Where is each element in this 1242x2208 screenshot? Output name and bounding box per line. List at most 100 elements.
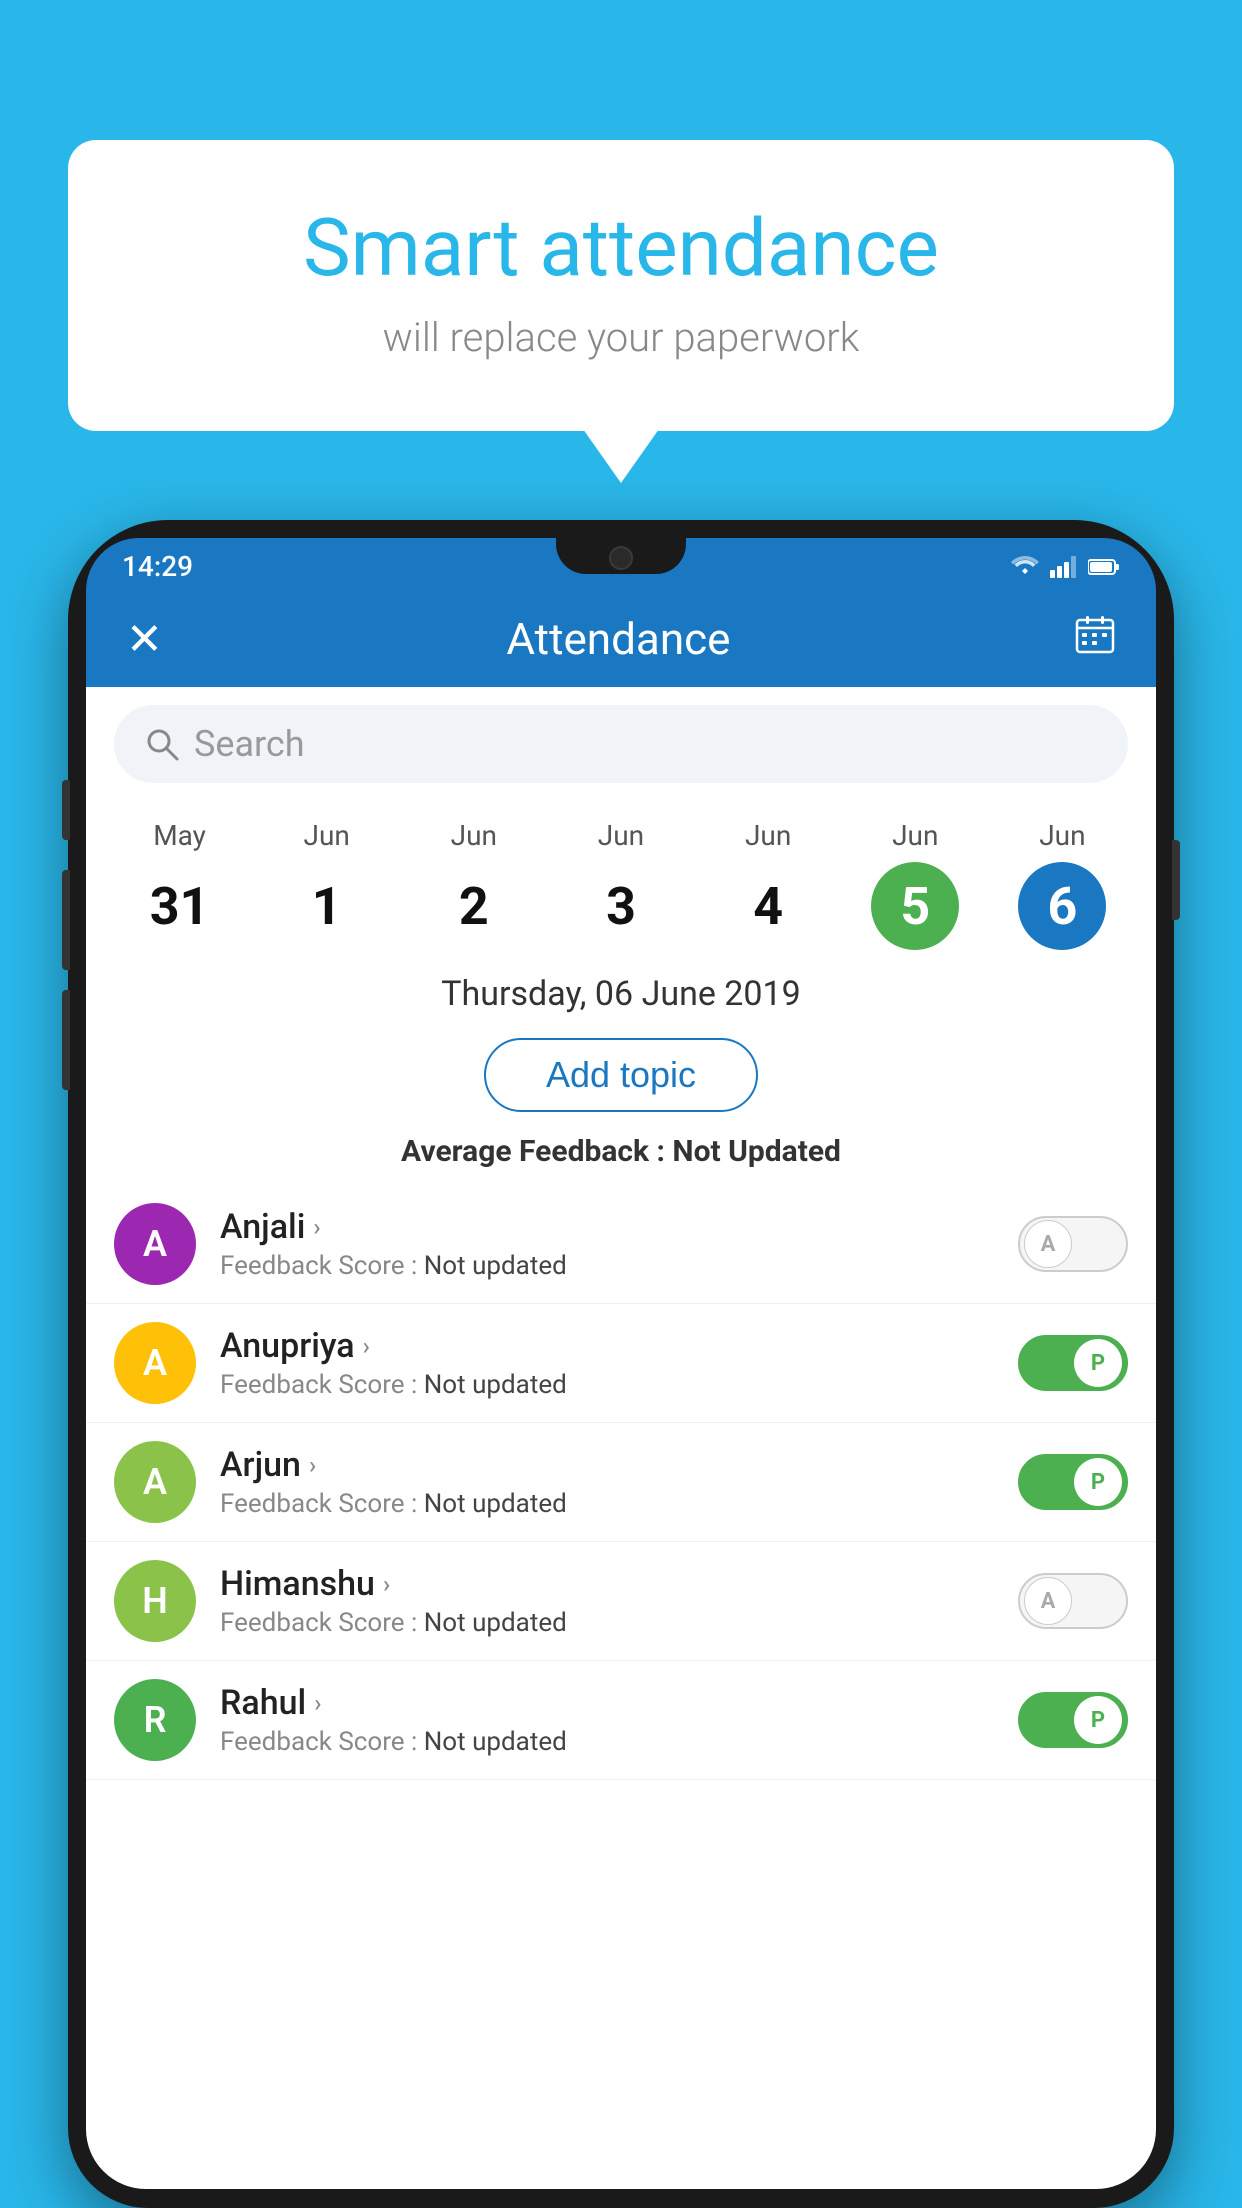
day-month: Jun — [892, 819, 938, 852]
toggle-switch[interactable]: P — [1018, 1454, 1128, 1510]
day-month: Jun — [598, 819, 644, 852]
bubble-title: Smart attendance — [148, 200, 1094, 296]
calendar-day-31[interactable]: May 31 — [125, 819, 235, 950]
status-bar: 14:29 — [86, 538, 1156, 591]
calendar-day-3[interactable]: Jun 3 — [566, 819, 676, 950]
feedback-value: Not updated — [424, 1489, 567, 1519]
day-number[interactable]: 4 — [724, 862, 812, 950]
toggle-switch[interactable]: A — [1018, 1216, 1128, 1272]
calendar-day-2[interactable]: Jun 2 — [419, 819, 529, 950]
day-number[interactable]: 5 — [871, 862, 959, 950]
student-info: Arjun › Feedback Score : Not updated — [220, 1445, 994, 1519]
avg-feedback: Average Feedback : Not Updated — [86, 1128, 1156, 1185]
calendar-day-4[interactable]: Jun 4 — [713, 819, 823, 950]
feedback-value: Not updated — [424, 1608, 567, 1638]
toggle-knob: P — [1074, 1458, 1122, 1506]
student-item[interactable]: R Rahul › Feedback Score : Not updated P — [86, 1661, 1156, 1780]
student-avatar: A — [114, 1322, 196, 1404]
calendar-icon[interactable] — [1074, 613, 1116, 665]
student-feedback: Feedback Score : Not updated — [220, 1489, 994, 1519]
feedback-value: Not updated — [424, 1251, 567, 1281]
attendance-toggle[interactable]: A — [1018, 1573, 1128, 1629]
student-feedback: Feedback Score : Not updated — [220, 1251, 994, 1281]
search-bar: Search — [86, 687, 1156, 801]
chevron-icon: › — [314, 1689, 321, 1717]
phone-time: 14:29 — [122, 550, 193, 583]
calendar-strip: May 31 Jun 1 Jun 2 Jun 3 Jun 4 Jun 5 Jun 6 — [86, 801, 1156, 950]
student-item[interactable]: A Anupriya › Feedback Score : Not updated P — [86, 1304, 1156, 1423]
app-title: Attendance — [506, 613, 730, 665]
toggle-knob: A — [1024, 1220, 1072, 1268]
student-avatar: A — [114, 1441, 196, 1523]
chevron-icon: › — [363, 1332, 370, 1360]
toggle-switch[interactable]: A — [1018, 1573, 1128, 1629]
volume-down-button — [62, 870, 70, 970]
student-avatar: R — [114, 1679, 196, 1761]
student-name: Anjali › — [220, 1207, 994, 1247]
battery-icon — [1088, 558, 1120, 576]
attendance-toggle[interactable]: A — [1018, 1216, 1128, 1272]
signal-icon — [1050, 556, 1078, 578]
student-name: Arjun › — [220, 1445, 994, 1485]
student-info: Anupriya › Feedback Score : Not updated — [220, 1326, 994, 1400]
chevron-icon: › — [313, 1213, 320, 1241]
student-item[interactable]: A Arjun › Feedback Score : Not updated P — [86, 1423, 1156, 1542]
phone-frame: 14:29 ✕ — [68, 520, 1174, 2208]
search-container[interactable]: Search — [114, 705, 1128, 783]
day-month: May — [153, 819, 206, 852]
student-info: Himanshu › Feedback Score : Not updated — [220, 1564, 994, 1638]
day-number[interactable]: 2 — [430, 862, 518, 950]
search-icon — [144, 726, 180, 762]
calendar-day-1[interactable]: Jun 1 — [272, 819, 382, 950]
day-month: Jun — [1039, 819, 1085, 852]
add-topic-container: Add topic — [86, 1022, 1156, 1128]
app-header: ✕ Attendance — [86, 591, 1156, 687]
day-number[interactable]: 3 — [577, 862, 665, 950]
search-placeholder[interactable]: Search — [194, 723, 305, 765]
feedback-value: Not updated — [424, 1727, 567, 1757]
calendar-day-5[interactable]: Jun 5 — [860, 819, 970, 950]
selected-date-bar: Thursday, 06 June 2019 — [86, 950, 1156, 1022]
student-avatar: H — [114, 1560, 196, 1642]
student-feedback: Feedback Score : Not updated — [220, 1608, 994, 1638]
camera — [609, 546, 633, 570]
speech-bubble-wrapper: Smart attendance will replace your paper… — [68, 140, 1174, 431]
student-name: Himanshu › — [220, 1564, 994, 1604]
day-month: Jun — [451, 819, 497, 852]
close-button[interactable]: ✕ — [126, 617, 163, 661]
day-number[interactable]: 31 — [136, 862, 224, 950]
speech-bubble: Smart attendance will replace your paper… — [68, 140, 1174, 431]
attendance-toggle[interactable]: P — [1018, 1692, 1128, 1748]
attendance-toggle[interactable]: P — [1018, 1335, 1128, 1391]
status-icons — [1010, 556, 1120, 578]
day-month: Jun — [745, 819, 791, 852]
student-avatar: A — [114, 1203, 196, 1285]
student-feedback: Feedback Score : Not updated — [220, 1727, 994, 1757]
student-info: Rahul › Feedback Score : Not updated — [220, 1683, 994, 1757]
phone-screen: ✕ Attendance — [86, 591, 1156, 2189]
power-button — [1172, 840, 1180, 920]
student-item[interactable]: A Anjali › Feedback Score : Not updated A — [86, 1185, 1156, 1304]
day-number[interactable]: 1 — [283, 862, 371, 950]
avg-feedback-value: Not Updated — [672, 1134, 841, 1169]
toggle-knob: P — [1074, 1696, 1122, 1744]
student-name: Rahul › — [220, 1683, 994, 1723]
toggle-switch[interactable]: P — [1018, 1692, 1128, 1748]
toggle-knob: A — [1024, 1577, 1072, 1625]
student-name: Anupriya › — [220, 1326, 994, 1366]
avg-feedback-label: Average Feedback : — [401, 1134, 672, 1169]
attendance-toggle[interactable]: P — [1018, 1454, 1128, 1510]
student-item[interactable]: H Himanshu › Feedback Score : Not updated A — [86, 1542, 1156, 1661]
day-number[interactable]: 6 — [1018, 862, 1106, 950]
day-month: Jun — [304, 819, 350, 852]
student-list: AAnjali ›Feedback Score : Not updatedAAA… — [86, 1185, 1156, 2189]
volume-up-button — [62, 780, 70, 840]
calendar-day-6[interactable]: Jun 6 — [1007, 819, 1117, 950]
chevron-icon: › — [309, 1451, 316, 1479]
silent-button — [62, 990, 70, 1090]
add-topic-button[interactable]: Add topic — [484, 1038, 758, 1112]
wifi-icon — [1010, 556, 1040, 578]
toggle-switch[interactable]: P — [1018, 1335, 1128, 1391]
toggle-knob: P — [1074, 1339, 1122, 1387]
student-feedback: Feedback Score : Not updated — [220, 1370, 994, 1400]
